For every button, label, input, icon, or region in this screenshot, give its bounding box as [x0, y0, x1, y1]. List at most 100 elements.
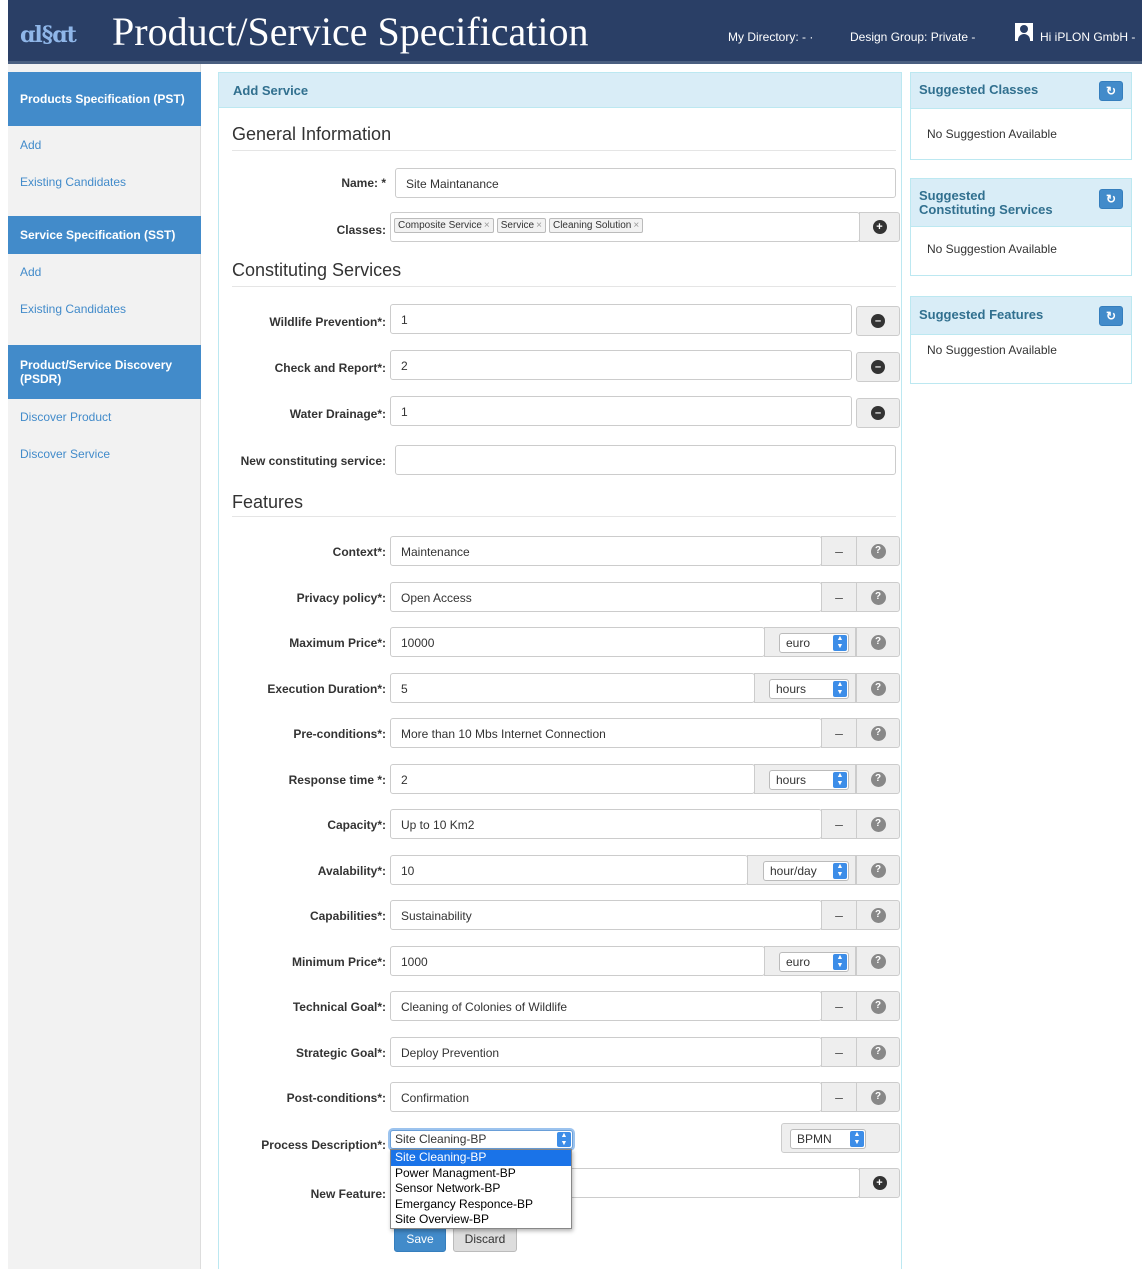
- unit-select[interactable]: euro ▲ ▼: [779, 633, 849, 653]
- sidebar-section-psdr[interactable]: Product/Service Discovery (PSDR): [8, 345, 201, 399]
- constituting-input[interactable]: 1: [390, 396, 852, 426]
- remove-feature-button[interactable]: –: [821, 582, 857, 612]
- minus-icon: –: [835, 998, 843, 1014]
- remove-constituting-button[interactable]: –: [856, 306, 900, 336]
- feature-label: Minimum Price*:: [291, 955, 386, 969]
- top-header: ɑl§ɑt Product/Service Specification My D…: [8, 0, 1142, 64]
- feature-help-button[interactable]: ?: [856, 855, 900, 885]
- feature-input[interactable]: 5: [390, 673, 755, 703]
- class-tag[interactable]: Composite Service ×: [394, 218, 494, 233]
- remove-feature-button[interactable]: –: [821, 1037, 857, 1067]
- remove-constituting-button[interactable]: –: [856, 398, 900, 428]
- suggested-classes-body: No Suggestion Available: [927, 127, 1057, 141]
- remove-tag-icon[interactable]: ×: [484, 220, 490, 231]
- feature-help-button[interactable]: ?: [856, 673, 900, 703]
- remove-tag-icon[interactable]: ×: [536, 220, 542, 231]
- class-tag[interactable]: Service ×: [496, 218, 546, 233]
- question-icon: ?: [870, 953, 886, 969]
- add-class-button[interactable]: +: [859, 212, 900, 242]
- feature-input[interactable]: Maintenance: [390, 536, 822, 566]
- refresh-features-button[interactable]: ↻: [1099, 306, 1123, 326]
- save-button[interactable]: Save: [394, 1226, 446, 1252]
- remove-tag-icon[interactable]: ×: [633, 220, 639, 231]
- sidebar-item-sst-existing[interactable]: Existing Candidates: [20, 302, 126, 316]
- feature-help-button[interactable]: ?: [856, 536, 900, 566]
- unit-select[interactable]: hours ▲ ▼: [769, 770, 849, 790]
- remove-feature-button[interactable]: –: [821, 536, 857, 566]
- feature-help-button[interactable]: ?: [856, 764, 900, 794]
- dropdown-option[interactable]: Power Managment-BP: [391, 1166, 571, 1182]
- process-type-wrapper: BPMN ▲ ▼: [781, 1123, 900, 1153]
- feature-input[interactable]: Open Access: [390, 582, 822, 612]
- sidebar-item-discover-service[interactable]: Discover Service: [20, 447, 110, 461]
- minus-icon: –: [835, 816, 843, 832]
- question-icon: ?: [870, 543, 886, 559]
- suggested-features-title: Suggested Features: [919, 307, 1044, 322]
- sidebar-item-sst-add[interactable]: Add: [20, 265, 41, 279]
- minus-icon: –: [871, 314, 885, 328]
- feature-input[interactable]: Cleaning of Colonies of Wildlife: [390, 991, 822, 1021]
- plus-icon: +: [872, 1176, 887, 1190]
- design-group-menu[interactable]: Design Group: Private -: [850, 30, 975, 44]
- remove-feature-button[interactable]: –: [821, 991, 857, 1021]
- refresh-icon: ↻: [1105, 309, 1117, 323]
- dropdown-option[interactable]: Sensor Network-BP: [391, 1181, 571, 1197]
- remove-feature-button[interactable]: –: [821, 1082, 857, 1112]
- classes-tag-input[interactable]: Composite Service × Service × Cleaning Solut…: [390, 212, 860, 242]
- minus-icon: –: [835, 1089, 843, 1105]
- refresh-constituting-button[interactable]: ↻: [1099, 189, 1123, 209]
- feature-help-button[interactable]: ?: [856, 718, 900, 748]
- dropdown-option[interactable]: Site Cleaning-BP: [391, 1150, 571, 1166]
- refresh-classes-button[interactable]: ↻: [1099, 81, 1123, 101]
- feature-help-button[interactable]: ?: [856, 627, 900, 657]
- remove-feature-button[interactable]: –: [821, 718, 857, 748]
- feature-help-button[interactable]: ?: [856, 946, 900, 976]
- remove-feature-button[interactable]: –: [821, 809, 857, 839]
- sidebar-section-pst[interactable]: Products Specification (PST): [8, 72, 201, 126]
- feature-input[interactable]: Confirmation: [390, 1082, 822, 1112]
- constituting-input[interactable]: 2: [390, 350, 852, 380]
- feature-help-button[interactable]: ?: [856, 1037, 900, 1067]
- feature-input[interactable]: Up to 10 Km2: [390, 809, 822, 839]
- unit-select[interactable]: hour/day ▲ ▼: [763, 861, 849, 881]
- feature-input[interactable]: More than 10 Mbs Internet Connection: [390, 718, 822, 748]
- name-input[interactable]: Site Maintanance: [395, 168, 896, 198]
- feature-help-button[interactable]: ?: [856, 900, 900, 930]
- sidebar-item-pst-existing[interactable]: Existing Candidates: [20, 175, 126, 189]
- process-dropdown-list[interactable]: Site Cleaning-BP Power Managment-BP Sens…: [390, 1149, 572, 1229]
- new-constituting-input[interactable]: [395, 445, 896, 475]
- feature-input[interactable]: Deploy Prevention: [390, 1037, 822, 1067]
- sidebar-section-sst[interactable]: Service Specification (SST): [8, 216, 201, 254]
- dropdown-option[interactable]: Emergancy Responce-BP: [391, 1197, 571, 1213]
- sidebar-item-pst-add[interactable]: Add: [20, 138, 41, 152]
- feature-input[interactable]: 1000: [390, 946, 765, 976]
- feature-help-button[interactable]: ?: [856, 809, 900, 839]
- unit-select[interactable]: hours ▲ ▼: [769, 679, 849, 699]
- suggested-classes-panel: Suggested Classes ↻ No Suggestion Availa…: [910, 72, 1132, 160]
- add-feature-button[interactable]: +: [859, 1168, 900, 1198]
- my-directory-menu[interactable]: My Directory: - ·: [728, 30, 813, 44]
- sidebar-item-discover-product[interactable]: Discover Product: [20, 410, 111, 424]
- feature-input[interactable]: Sustainability: [390, 900, 822, 930]
- process-description-select[interactable]: Site Cleaning-BP ▲ ▼: [390, 1130, 573, 1149]
- remove-constituting-button[interactable]: –: [856, 352, 900, 382]
- feature-help-button[interactable]: ?: [856, 991, 900, 1021]
- dropdown-option[interactable]: Site Overview-BP: [391, 1212, 571, 1228]
- features-heading: Features: [232, 492, 304, 512]
- feature-help-button[interactable]: ?: [856, 582, 900, 612]
- feature-label: Privacy policy*:: [296, 591, 386, 605]
- feature-help-button[interactable]: ?: [856, 1082, 900, 1112]
- remove-feature-button[interactable]: –: [821, 900, 857, 930]
- app-logo[interactable]: ɑl§ɑt: [20, 22, 77, 48]
- unit-select[interactable]: euro ▲ ▼: [779, 952, 849, 972]
- user-menu[interactable]: Hi iPLON GmbH -: [1040, 30, 1135, 44]
- class-tag[interactable]: Cleaning Solution ×: [548, 218, 644, 233]
- process-type-select[interactable]: BPMN ▲ ▼: [790, 1129, 866, 1149]
- constituting-input[interactable]: 1: [390, 304, 852, 334]
- discard-button[interactable]: Discard: [453, 1226, 517, 1252]
- feature-input[interactable]: 2: [390, 764, 755, 794]
- feature-input[interactable]: 10: [390, 855, 748, 885]
- unit-select-wrapper: hours ▲ ▼: [754, 673, 856, 703]
- unit-select-value: hour/day: [770, 864, 817, 878]
- feature-input[interactable]: 10000: [390, 627, 765, 657]
